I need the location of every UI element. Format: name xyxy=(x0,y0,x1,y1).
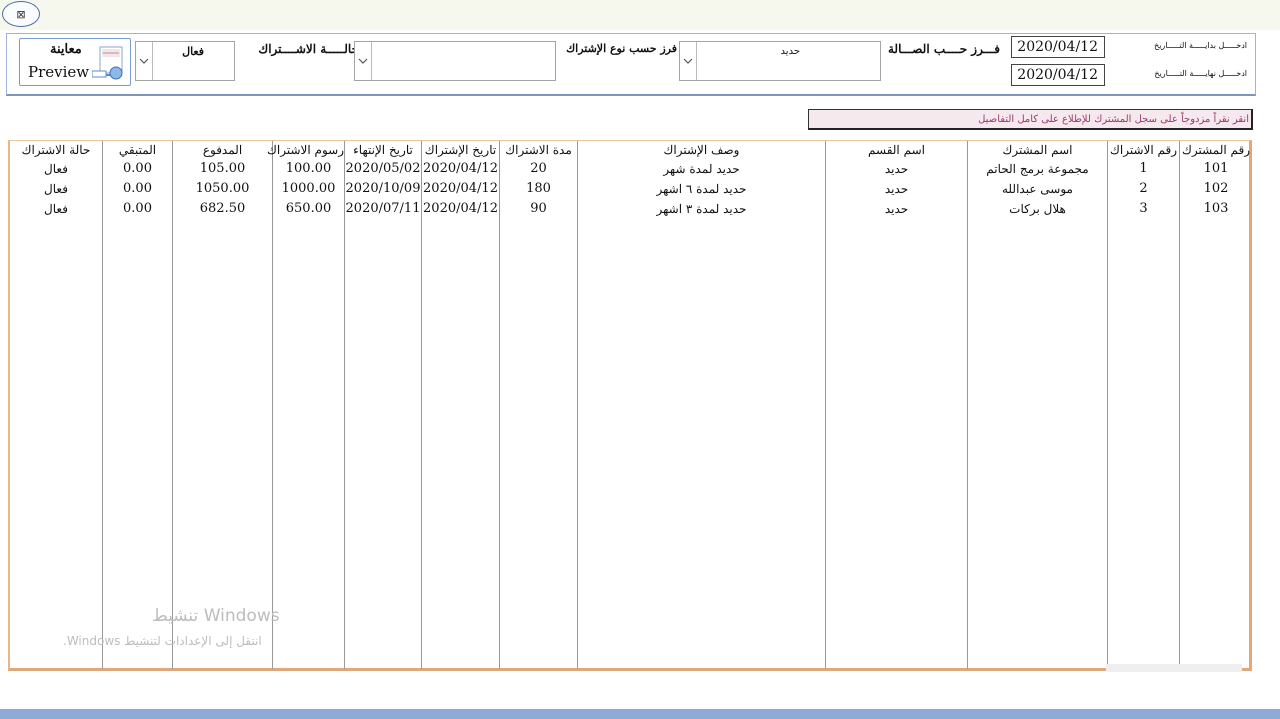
chevron-down-icon xyxy=(358,58,368,64)
header-subscription-no[interactable]: رقم الاشتراك xyxy=(1108,143,1179,157)
preview-label-en: Preview xyxy=(28,63,90,81)
cell-paid: 682.50 xyxy=(199,201,246,216)
column-divider xyxy=(499,141,500,669)
cell-end-date: 2020/05/02 xyxy=(345,161,421,176)
column-divider xyxy=(272,141,273,669)
column-divider xyxy=(1107,141,1108,669)
cell-fee: 100.00 xyxy=(285,161,332,176)
start-date-label: ادخـــــل بدايـــــة التـــــاريخ xyxy=(1154,41,1247,50)
cell-subscription-no: 1 xyxy=(1139,161,1148,176)
column-divider xyxy=(825,141,826,669)
status-label: حالـــــة الاشــــتراك xyxy=(258,42,359,56)
cell-remaining: 0.00 xyxy=(123,201,152,216)
cell-description: حديد لمدة شهر xyxy=(663,162,740,176)
header-member-no[interactable]: رقم المشترك xyxy=(1180,143,1252,157)
cell-member-no: 103 xyxy=(1203,201,1229,216)
column-divider xyxy=(577,141,578,669)
header-paid[interactable]: المدفوع xyxy=(173,143,272,157)
cell-duration: 180 xyxy=(526,181,551,196)
column-divider xyxy=(967,141,968,669)
subscriptions-table xyxy=(8,140,1252,671)
hall-select[interactable]: حديد xyxy=(679,41,881,81)
column-divider xyxy=(1179,141,1180,669)
cell-status: فعال xyxy=(44,202,68,216)
header-fee[interactable]: رسوم الاشتراك xyxy=(267,143,344,157)
cell-paid: 1050.00 xyxy=(195,181,250,196)
cell-fee: 650.00 xyxy=(285,201,332,216)
header-remaining[interactable]: المتبقي xyxy=(103,143,172,157)
bottom-bar xyxy=(0,709,1280,719)
cell-section: حديد xyxy=(884,202,909,216)
cell-remaining: 0.00 xyxy=(123,161,152,176)
cell-start-date: 2020/04/12 xyxy=(423,181,498,196)
cell-remaining: 0.00 xyxy=(123,181,152,196)
hall-dropdown-button[interactable] xyxy=(680,42,697,80)
cell-paid: 105.00 xyxy=(199,161,246,176)
type-dropdown-button[interactable] xyxy=(355,42,372,80)
status-select[interactable]: فعال xyxy=(135,41,235,81)
header-section-name[interactable]: اسم القسم xyxy=(826,143,967,157)
cell-member-name: مجموعة برمج الحاتم xyxy=(986,162,1089,176)
activation-watermark-title: تنشيط Windows xyxy=(152,606,280,626)
header-description[interactable]: وصف الإشتراك xyxy=(578,143,825,157)
chevron-down-icon xyxy=(683,58,693,64)
filter-panel: معاينة Preview فعال حالـــــة الاشــــتر… xyxy=(6,33,1256,96)
cell-end-date: 2020/10/09 xyxy=(345,181,421,196)
cell-duration: 90 xyxy=(530,201,547,216)
cell-duration: 20 xyxy=(530,161,547,176)
decorative-strip xyxy=(1106,664,1242,672)
column-divider xyxy=(421,141,422,669)
cell-member-no: 101 xyxy=(1203,161,1229,176)
hall-label: فـــرز حــــب الصـــالة xyxy=(887,42,1000,56)
end-date-input[interactable]: 2020/04/12 xyxy=(1011,64,1105,86)
cell-description: حديد لمدة ٦ اشهر xyxy=(656,182,747,196)
status-dropdown-button[interactable] xyxy=(136,42,153,80)
activation-watermark-text: انتقل إلى الإعدادات لتنشيط Windows. xyxy=(63,634,262,648)
cell-start-date: 2020/04/12 xyxy=(423,201,498,216)
report-preview-icon xyxy=(92,46,123,80)
cell-member-name: هلال بركات xyxy=(1009,202,1066,216)
cell-subscription-no: 3 xyxy=(1139,201,1148,216)
cell-start-date: 2020/04/12 xyxy=(423,161,498,176)
header-start-date[interactable]: تاريخ الإشتراك xyxy=(422,143,499,157)
cell-member-no: 102 xyxy=(1203,181,1229,196)
close-button[interactable]: ⊠ xyxy=(2,1,40,27)
end-date-label: ادخـــــل نهايـــــة التـــــاريخ xyxy=(1154,69,1247,78)
column-divider xyxy=(344,141,345,669)
header-duration[interactable]: مدة الاشتراك xyxy=(500,143,577,157)
start-date-input[interactable]: 2020/04/12 xyxy=(1011,36,1105,58)
preview-button[interactable]: معاينة Preview xyxy=(19,38,131,86)
cell-member-name: موسى عبدالله xyxy=(1002,182,1073,196)
cell-section: حديد xyxy=(884,162,909,176)
cell-section: حديد xyxy=(884,182,909,196)
column-divider xyxy=(102,141,103,669)
double-click-hint: انقر نقراً مزدوجاً على سجل المشترك للإطل… xyxy=(808,109,1253,130)
cell-subscription-no: 2 xyxy=(1139,181,1148,196)
chevron-down-icon xyxy=(139,58,149,64)
cell-status: فعال xyxy=(44,162,68,176)
cell-fee: 1000.00 xyxy=(281,181,336,196)
preview-label-ar: معاينة xyxy=(50,42,82,57)
header-status[interactable]: حالة الاشتراك xyxy=(10,143,102,157)
cell-end-date: 2020/07/11 xyxy=(345,201,421,216)
cell-status: فعال xyxy=(44,182,68,196)
header-end-date[interactable]: تاريخ الإنتهاء xyxy=(345,143,421,157)
header-member-name[interactable]: اسم المشترك xyxy=(968,143,1107,157)
hall-select-value: حديد xyxy=(780,46,800,57)
status-select-value: فعال xyxy=(182,45,204,58)
cell-description: حديد لمدة ٣ اشهر xyxy=(656,202,747,216)
top-strip xyxy=(0,0,1280,30)
subscription-type-select[interactable] xyxy=(354,41,556,81)
type-label: فرز حسب نوع الإشتراك xyxy=(566,42,677,55)
column-divider xyxy=(172,141,173,669)
